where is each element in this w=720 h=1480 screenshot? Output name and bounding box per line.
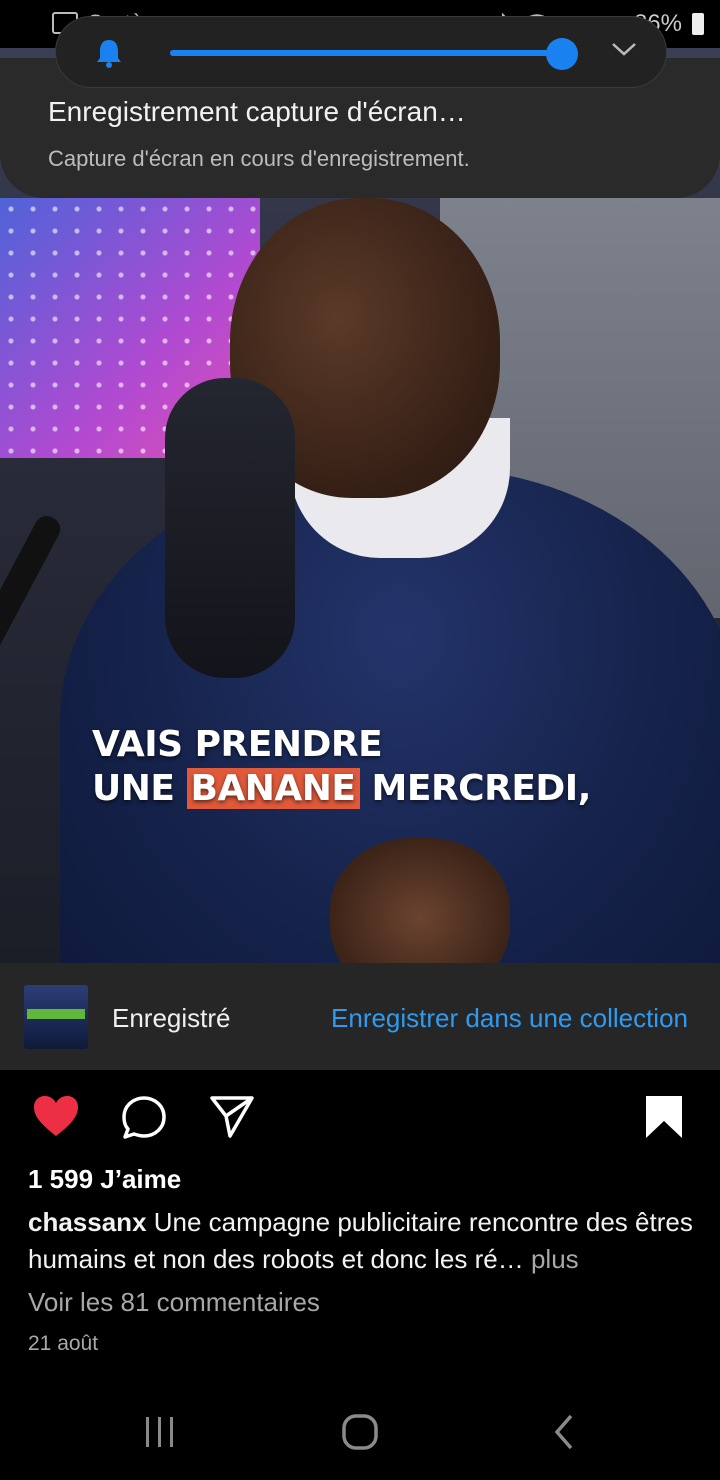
post-actions — [0, 1090, 720, 1150]
chevron-down-icon[interactable] — [610, 39, 638, 59]
subtitle-line-1: VAIS PRENDRE — [92, 724, 383, 765]
share-icon[interactable] — [208, 1094, 256, 1140]
subtitle-highlight: BANANE — [186, 768, 360, 809]
saved-label: Enregistré — [112, 1003, 231, 1033]
battery-icon — [692, 13, 704, 35]
notification-title: Enregistrement capture d'écran… — [48, 96, 466, 127]
video-mic-arm — [0, 511, 65, 904]
home-icon[interactable] — [340, 1412, 380, 1452]
back-icon[interactable] — [545, 1412, 585, 1452]
system-nav-bar — [0, 1390, 720, 1480]
notification-subtitle: Capture d'écran en cours d'enregistremen… — [48, 146, 470, 171]
post-username[interactable]: chassanx — [28, 1207, 147, 1237]
post-date: 21 août — [28, 1332, 99, 1355]
volume-slider-thumb[interactable] — [546, 38, 578, 70]
bookmark-icon[interactable] — [642, 1094, 686, 1140]
subtitle-line-2: UNE BANANE MERCREDI, — [92, 767, 591, 811]
volume-slider-fill — [170, 50, 562, 56]
subtitle-suffix: MERCREDI, — [359, 768, 592, 809]
post-thumbnail — [24, 985, 88, 1049]
thumbnail-label-decoration — [27, 1009, 85, 1019]
view-comments-link[interactable]: Voir les 81 commentaires — [28, 1287, 320, 1318]
video-subtitle: VAIS PRENDRE UNE BANANE MERCREDI, — [92, 723, 591, 811]
bell-icon[interactable] — [94, 37, 124, 69]
saved-bar: Enregistré Enregistrer dans une collecti… — [0, 963, 720, 1070]
heart-icon[interactable] — [32, 1094, 80, 1138]
volume-panel — [55, 16, 667, 88]
subtitle-prefix: UNE — [92, 768, 187, 809]
likes-count[interactable]: 1 599 J’aime — [28, 1164, 181, 1195]
video-microphone — [165, 378, 295, 678]
comment-icon[interactable] — [120, 1094, 168, 1142]
recent-apps-icon[interactable] — [140, 1412, 180, 1452]
volume-slider[interactable] — [170, 38, 578, 70]
caption-more-link[interactable]: plus — [524, 1244, 579, 1274]
video-person-hand — [330, 838, 510, 963]
save-to-collection-link[interactable]: Enregistrer dans une collection — [331, 1003, 688, 1034]
post-caption: chassanx Une campagne publicitaire renco… — [28, 1204, 698, 1278]
